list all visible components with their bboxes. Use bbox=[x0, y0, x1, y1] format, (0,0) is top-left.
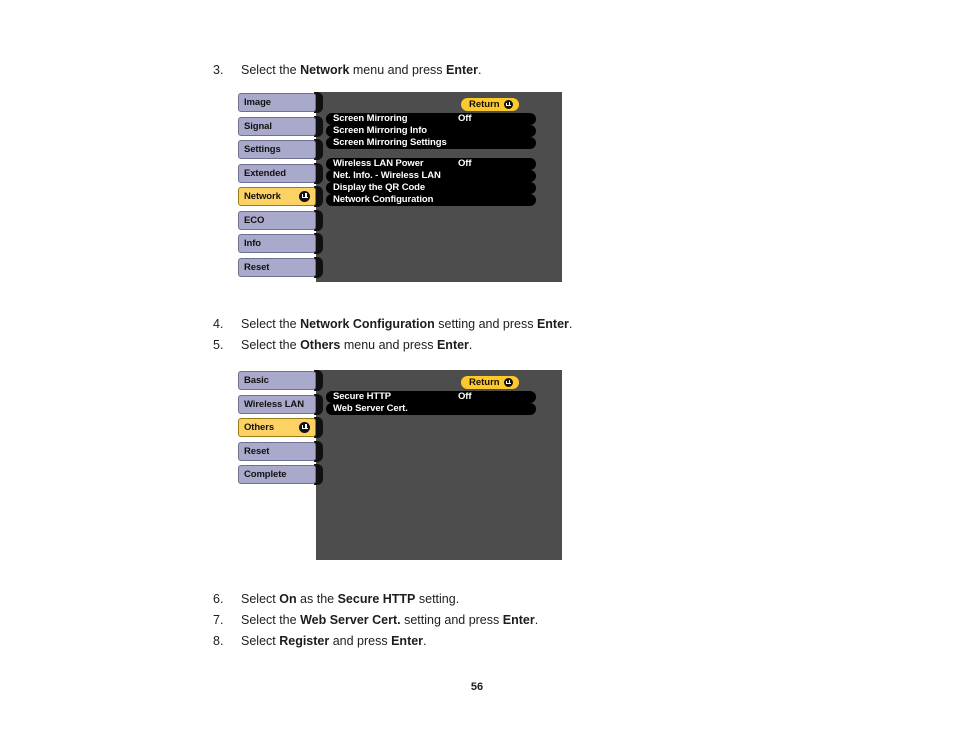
step-text: Select the Web Server Cert. setting and … bbox=[241, 613, 539, 627]
menu-tab[interactable]: Complete bbox=[238, 465, 316, 484]
menu-tab-info[interactable]: Info bbox=[238, 233, 323, 257]
step-text: Select the Others menu and press Enter. bbox=[241, 338, 473, 352]
menu-tab-label: Network bbox=[244, 191, 281, 202]
menu-tab[interactable]: Info bbox=[238, 234, 316, 253]
menu-tab-label: Image bbox=[244, 97, 271, 108]
projector-menu-network-screenshot: Return Image Signal Settings Extended Networ… bbox=[238, 92, 562, 282]
menu-option-row[interactable]: Screen Mirroring Settings bbox=[326, 137, 536, 149]
option-group: Screen Mirroring Off Screen Mirroring Info… bbox=[326, 113, 536, 149]
menu-option-label: Screen Mirroring Settings bbox=[333, 137, 447, 149]
menu-option-label: Net. Info. - Wireless LAN bbox=[333, 170, 441, 182]
instruction-step: 4. Select the Network Configuration setti… bbox=[213, 316, 572, 332]
step-number: 7. bbox=[213, 613, 224, 627]
menu-tab-others[interactable]: Others bbox=[238, 417, 323, 441]
return-label: Return bbox=[469, 99, 500, 110]
menu-option-row[interactable]: Network Configuration bbox=[326, 194, 536, 206]
step-text: Select the Network Configuration setting… bbox=[241, 317, 573, 331]
menu-tab-basic[interactable]: Basic bbox=[238, 370, 323, 394]
step-text: Select the Network menu and press Enter. bbox=[241, 63, 482, 77]
menu-tab-eco[interactable]: ECO bbox=[238, 209, 323, 234]
step-number: 4. bbox=[213, 317, 224, 331]
enter-key-icon bbox=[299, 191, 310, 202]
menu-tab-image[interactable]: Image bbox=[238, 92, 323, 116]
menu-option-row[interactable]: Web Server Cert. bbox=[326, 403, 536, 415]
menu-sidebar: Image Signal Settings Extended Network ECO Inf… bbox=[238, 92, 323, 281]
step-text: Select Register and press Enter. bbox=[241, 634, 427, 648]
page-number: 56 bbox=[470, 681, 484, 693]
step-number: 5. bbox=[213, 338, 224, 352]
projector-menu-others-screenshot: Return Basic Wireless LAN Others Reset Compl… bbox=[238, 370, 562, 560]
menu-tab-label: Extended bbox=[244, 167, 286, 179]
return-button[interactable]: Return bbox=[461, 98, 519, 111]
menu-tab-label: Reset bbox=[244, 261, 270, 273]
menu-tab[interactable]: ECO bbox=[238, 210, 316, 230]
instruction-step: 3. Select the Network menu and press Ente… bbox=[213, 62, 481, 78]
menu-tab[interactable]: Reset bbox=[238, 441, 316, 461]
menu-tab-reset[interactable]: Reset bbox=[238, 440, 323, 465]
enter-key-icon bbox=[503, 378, 513, 387]
menu-option-row[interactable]: Screen Mirroring Off bbox=[326, 113, 536, 125]
step-number: 6. bbox=[213, 592, 224, 606]
menu-tab[interactable]: Network bbox=[238, 187, 316, 206]
menu-tab-wireless-lan[interactable]: Wireless LAN bbox=[238, 393, 323, 418]
step-number: 8. bbox=[213, 634, 224, 648]
menu-option-label: Web Server Cert. bbox=[333, 403, 408, 415]
menu-tab[interactable]: Others bbox=[238, 418, 316, 437]
menu-option-label: Network Configuration bbox=[333, 194, 434, 206]
menu-tab-label: Wireless LAN bbox=[244, 398, 304, 410]
menu-option-row[interactable]: Secure HTTP Off bbox=[326, 391, 536, 403]
menu-tab[interactable]: Reset bbox=[238, 257, 316, 277]
enter-key-icon bbox=[299, 422, 310, 433]
menu-tab-label: Info bbox=[244, 238, 262, 249]
return-button[interactable]: Return bbox=[461, 376, 519, 389]
menu-tab-label: Reset bbox=[244, 445, 270, 457]
instruction-step: 6. Select On as the Secure HTTP setting. bbox=[213, 591, 459, 607]
menu-tab-label: Settings bbox=[244, 144, 281, 155]
menu-option-label: Display the QR Code bbox=[333, 182, 426, 194]
menu-option-row[interactable]: Wireless LAN Power Off bbox=[326, 158, 536, 170]
instruction-step: 7. Select the Web Server Cert. setting an… bbox=[213, 612, 538, 628]
menu-option-label: Secure HTTP bbox=[333, 391, 392, 403]
menu-tab[interactable]: Extended bbox=[238, 163, 316, 183]
option-group: Secure HTTP Off Web Server Cert. bbox=[326, 391, 536, 415]
menu-tab-extended[interactable]: Extended bbox=[238, 162, 323, 187]
menu-tab-label: Complete bbox=[244, 469, 287, 480]
menu-option-row[interactable]: Display the QR Code bbox=[326, 182, 536, 194]
menu-tab[interactable]: Signal bbox=[238, 116, 316, 136]
option-group: Wireless LAN Power Off Net. Info. - Wirele… bbox=[326, 158, 536, 206]
menu-tab-network[interactable]: Network bbox=[238, 186, 323, 210]
menu-tab[interactable]: Wireless LAN bbox=[238, 394, 316, 414]
menu-option-value: Off bbox=[458, 391, 472, 403]
menu-option-row[interactable]: Screen Mirroring Info bbox=[326, 125, 536, 137]
menu-tab-settings[interactable]: Settings bbox=[238, 139, 323, 163]
enter-key-icon bbox=[503, 100, 513, 109]
menu-option-value: Off bbox=[458, 158, 472, 170]
menu-tab-label: Others bbox=[244, 422, 275, 433]
menu-tab-reset[interactable]: Reset bbox=[238, 256, 323, 281]
instruction-step: 8. Select Register and press Enter. bbox=[213, 633, 427, 649]
menu-sidebar: Basic Wireless LAN Others Reset Complete bbox=[238, 370, 323, 488]
menu-option-label: Wireless LAN Power bbox=[333, 158, 424, 170]
instruction-step: 5. Select the Others menu and press Enter… bbox=[213, 337, 472, 353]
step-number: 3. bbox=[213, 63, 224, 77]
step-text: Select On as the Secure HTTP setting. bbox=[241, 592, 460, 606]
menu-option-value: Off bbox=[458, 113, 472, 125]
menu-tab-label: ECO bbox=[244, 214, 265, 226]
menu-option-label: Screen Mirroring bbox=[333, 113, 408, 125]
menu-tab-signal[interactable]: Signal bbox=[238, 115, 323, 140]
menu-option-label: Screen Mirroring Info bbox=[333, 125, 427, 137]
menu-tab[interactable]: Settings bbox=[238, 140, 316, 159]
menu-tab-label: Signal bbox=[244, 120, 272, 132]
return-label: Return bbox=[469, 377, 500, 388]
menu-tab-label: Basic bbox=[244, 375, 269, 386]
menu-tab[interactable]: Basic bbox=[238, 371, 316, 390]
menu-tab[interactable]: Image bbox=[238, 93, 316, 112]
menu-option-row[interactable]: Net. Info. - Wireless LAN bbox=[326, 170, 536, 182]
menu-tab-complete[interactable]: Complete bbox=[238, 464, 323, 488]
